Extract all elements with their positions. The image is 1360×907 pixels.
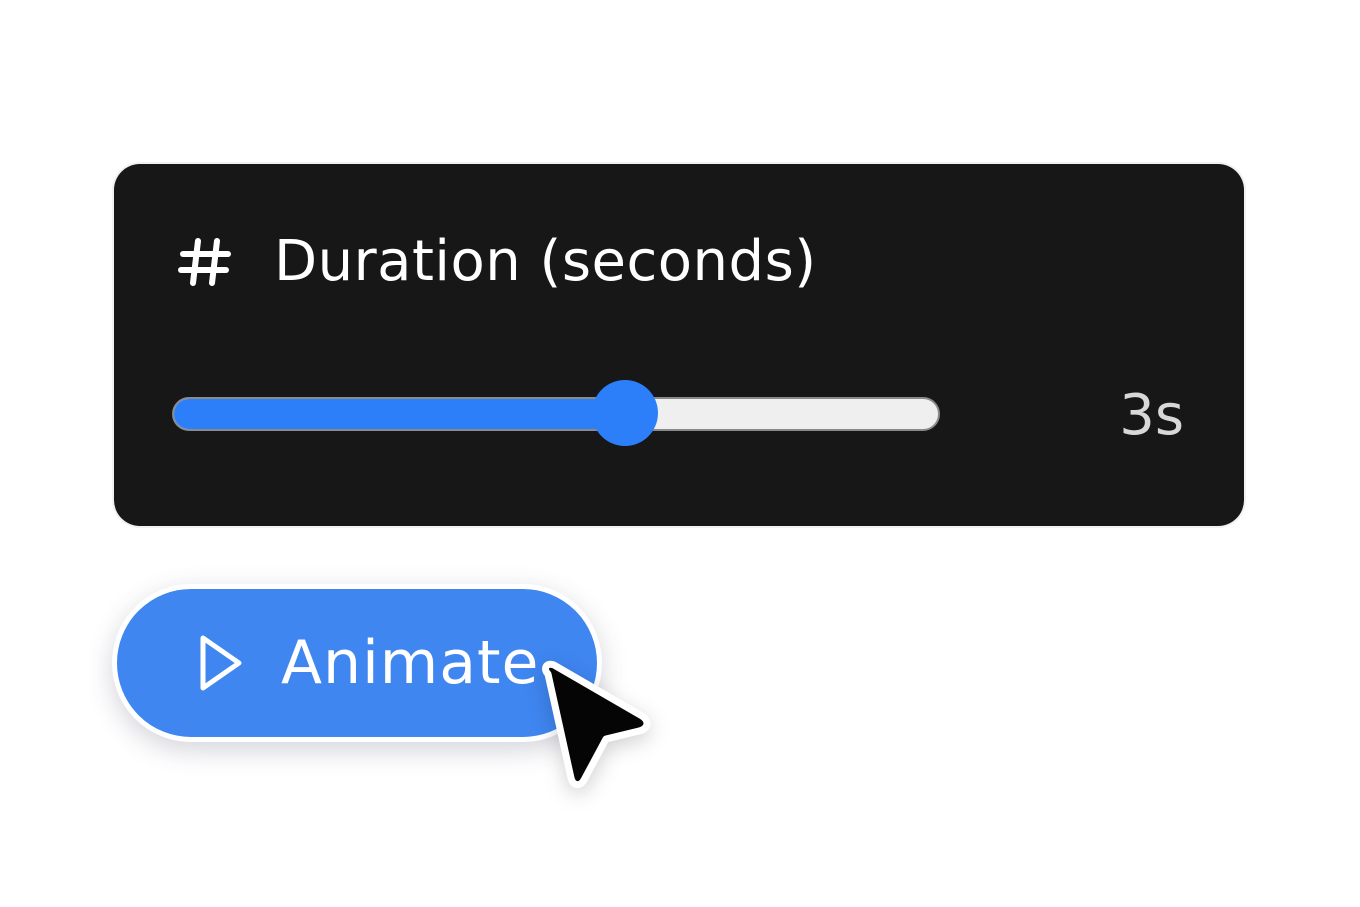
slider-track[interactable] <box>172 397 940 431</box>
hash-icon <box>178 238 231 286</box>
duration-panel: Duration (seconds) 3s <box>114 164 1244 526</box>
field-header: Duration (seconds) <box>178 226 817 298</box>
mouse-pointer-icon <box>542 660 651 789</box>
play-icon <box>200 635 242 691</box>
slider-thumb[interactable] <box>592 380 658 446</box>
slider-fill <box>174 399 627 429</box>
slider-value: 3s <box>1119 383 1184 448</box>
canvas: Duration (seconds) 3s Animate <box>0 0 1360 907</box>
field-label: Duration (seconds) <box>274 229 817 294</box>
animate-button-label: Animate <box>281 628 540 698</box>
duration-slider[interactable] <box>172 380 942 450</box>
animate-button[interactable]: Animate <box>112 584 602 742</box>
